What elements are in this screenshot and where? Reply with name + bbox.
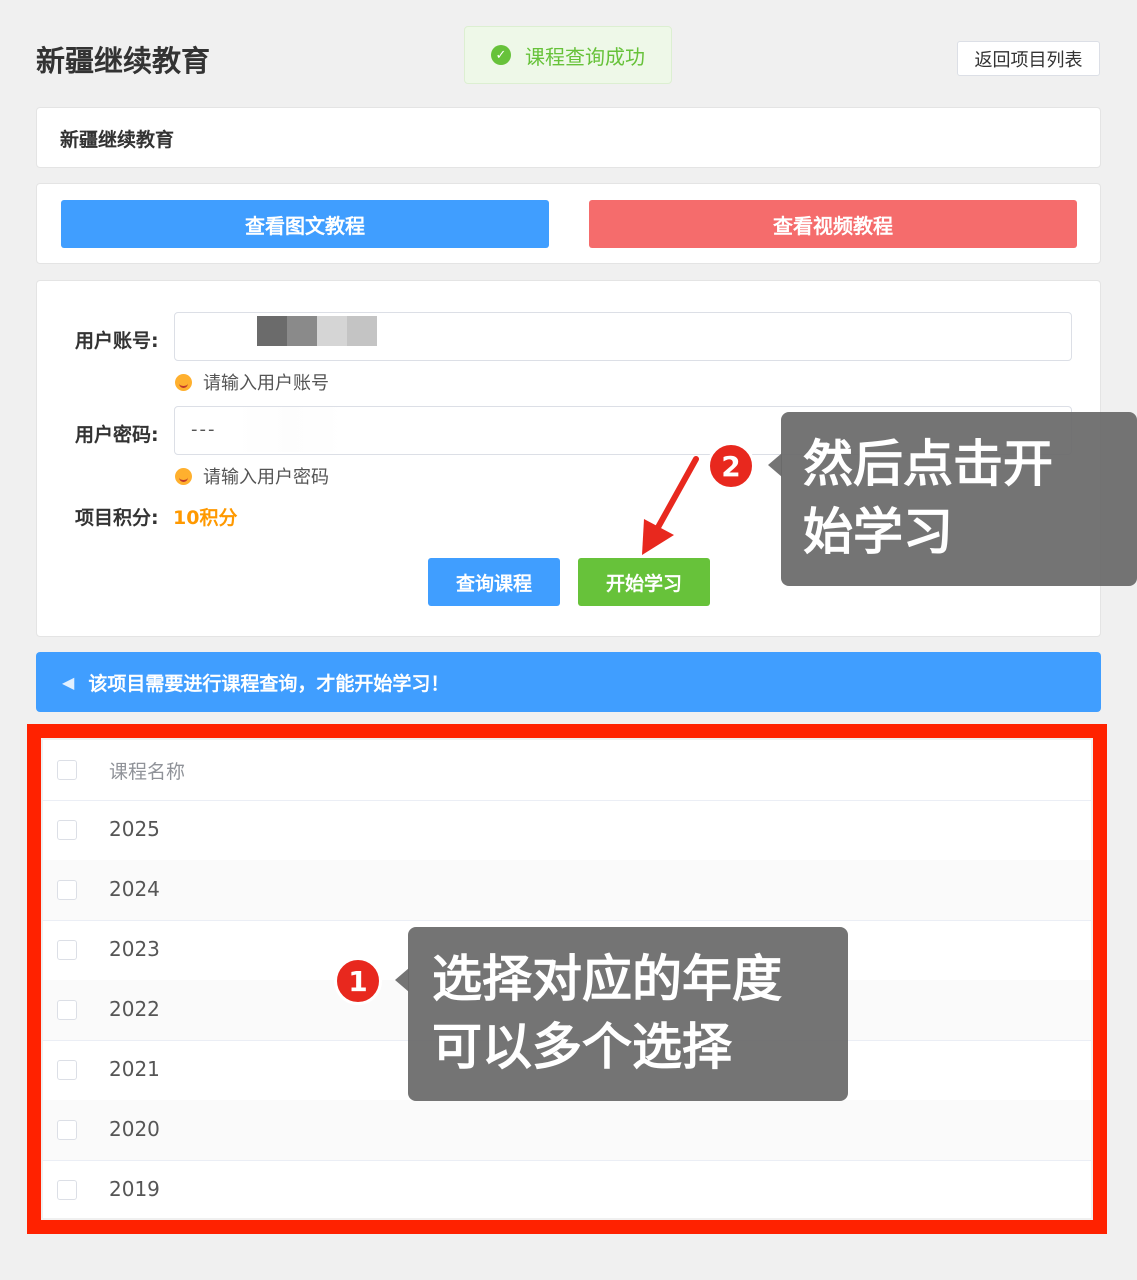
project-card: 新疆继续教育 [36, 107, 1101, 168]
toast-text: 课程查询成功 [525, 44, 645, 69]
password-value: --- [191, 419, 217, 440]
back-to-project-list-button[interactable]: 返回项目列表 [957, 41, 1100, 76]
callout-2-tail [768, 453, 782, 477]
account-value-mask [257, 316, 377, 346]
points-value: 10积分 [173, 507, 238, 529]
password-hint: 请输入用户密码 [175, 463, 329, 489]
account-hint-text: 请输入用户账号 [203, 373, 329, 394]
callout-1-tail [395, 968, 409, 992]
step-2-line-1: 然后点击开 [803, 435, 1053, 493]
notice-text: 该项目需要进行课程查询，才能开始学习！ [88, 672, 450, 695]
step-2-badge: 2 [707, 442, 755, 490]
password-hint-text: 请输入用户密码 [203, 467, 329, 488]
video-tutorial-button[interactable]: 查看视频教程 [589, 200, 1077, 248]
page-title: 新疆继续教育 [36, 44, 211, 78]
success-toast: ✓ 课程查询成功 [464, 26, 672, 84]
smile-emoji-icon [175, 467, 192, 485]
account-hint: 请输入用户账号 [175, 369, 329, 395]
smile-emoji-icon [175, 373, 192, 391]
step-2-line-2: 始学习 [803, 503, 953, 561]
step-2-callout: 然后点击开 始学习 [781, 412, 1137, 586]
password-mask [235, 407, 345, 452]
step-1-line-1: 选择对应的年度 [432, 950, 782, 1008]
step-1-callout: 选择对应的年度 可以多个选择 [408, 927, 848, 1101]
project-name: 新疆继续教育 [60, 129, 175, 151]
account-input[interactable] [174, 312, 1072, 361]
query-course-button[interactable]: 查询课程 [428, 558, 560, 606]
speaker-icon: ◀ [62, 672, 75, 692]
account-label: 用户账号: [75, 330, 159, 352]
pointer-arrow-icon [642, 456, 699, 555]
password-label: 用户密码: [75, 424, 159, 446]
points-label: 项目积分: [75, 507, 159, 529]
step-1-badge: 1 [334, 957, 382, 1005]
tutorial-card: 查看图文教程 查看视频教程 [36, 183, 1101, 264]
notice-bar: ◀ 该项目需要进行课程查询，才能开始学习！ [36, 652, 1101, 712]
image-text-tutorial-button[interactable]: 查看图文教程 [61, 200, 549, 248]
check-circle-icon: ✓ [491, 45, 511, 65]
step-1-line-2: 可以多个选择 [432, 1018, 732, 1076]
start-learning-button[interactable]: 开始学习 [578, 558, 710, 606]
